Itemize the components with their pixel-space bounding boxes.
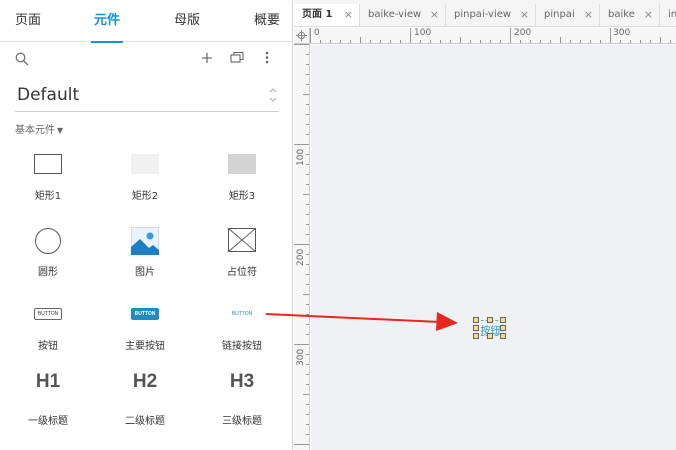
widget-label: 一级标题 (28, 416, 68, 427)
ruler-label: 300 (613, 28, 631, 38)
widget-heading-3[interactable]: H3 三级标题 (194, 367, 290, 441)
widget-placeholder[interactable]: 占位符 (194, 218, 290, 292)
resize-handle[interactable] (500, 317, 506, 323)
chevron-updown-icon (269, 85, 277, 105)
tab-masters[interactable]: 母版 (158, 0, 216, 42)
rectangle-light-icon (131, 154, 159, 174)
category-label: 基本元件 (15, 125, 55, 136)
widget-primary-button[interactable]: BUTTON 主要按钮 (97, 292, 193, 366)
tab-pages-label: 页面 (14, 13, 41, 28)
doc-tab-overflow[interactable]: in (660, 4, 676, 26)
design-canvas[interactable] (311, 45, 676, 450)
widget-label: 占位符 (227, 267, 257, 278)
widget-label: 矩形2 (131, 191, 159, 202)
doc-tab-label: 页面 1 (302, 9, 333, 20)
widget-label: 主要按钮 (125, 341, 165, 352)
ruler-label: 300 (296, 348, 306, 366)
resize-handle[interactable] (473, 317, 479, 323)
widget-label: 链接按钮 (222, 341, 262, 352)
library-select-value: Default (17, 85, 80, 105)
vertical-ruler-ticks (294, 44, 309, 445)
circle-icon (35, 228, 61, 254)
tab-outline[interactable]: 概要 (238, 0, 296, 42)
library-select[interactable]: Default (15, 82, 279, 112)
widget-label: 矩形3 (228, 191, 256, 202)
panel-tabs: 页面 元件 母版 概要 (0, 0, 292, 43)
widget-heading-2[interactable]: H2 二级标题 (97, 367, 193, 441)
ruler-label: 200 (514, 28, 532, 38)
widget-rectangle-2[interactable]: 矩形2 (97, 142, 193, 216)
heading-3-preview: H3 (229, 371, 255, 392)
resize-handle[interactable] (473, 325, 479, 331)
widget-label: 二级标题 (125, 416, 165, 427)
ruler-label: 200 (296, 248, 306, 266)
plus-icon[interactable] (201, 51, 213, 67)
widget-rectangle-1[interactable]: 矩形1 (0, 142, 96, 216)
doc-tab-baike-view[interactable]: baike-view × (360, 4, 446, 26)
doc-tab-label: baike-view (368, 9, 422, 20)
tab-widgets-label: 元件 (93, 13, 120, 28)
tab-masters-label: 母版 (173, 13, 200, 28)
widget-button[interactable]: BUTTON 按钮 (0, 292, 96, 366)
left-panel: 页面 元件 母版 概要 Default 基本元件 ▼ 矩形1 矩形2 矩形3 圆… (0, 0, 293, 450)
link-button-preview: BUTTON (231, 311, 253, 317)
rectangle-icon (34, 154, 62, 174)
doc-tab-label: pinpai-view (454, 9, 512, 20)
widget-label: 按钮 (38, 341, 58, 352)
widget-label: 圆形 (38, 267, 58, 278)
resize-handle[interactable] (500, 333, 506, 339)
doc-tab-pinpai-view[interactable]: pinpai-view × (446, 4, 536, 26)
placeholder-icon (228, 228, 256, 252)
doc-tab-label: baike (608, 9, 635, 20)
vertical-ruler[interactable]: 100 200 300 (294, 44, 310, 450)
ruler-label: 100 (414, 28, 432, 38)
crosshair-icon[interactable] (294, 28, 310, 44)
widget-rectangle-3[interactable]: 矩形3 (194, 142, 290, 216)
category-header[interactable]: 基本元件 ▼ (15, 121, 63, 136)
resize-handle[interactable] (487, 317, 493, 323)
resize-handle[interactable] (473, 333, 479, 339)
widget-circle[interactable]: 圆形 (0, 218, 96, 292)
button-preview: BUTTON (34, 308, 62, 320)
resize-handle[interactable] (487, 333, 493, 339)
tab-widgets[interactable]: 元件 (78, 0, 136, 43)
text-widget-icon (121, 441, 161, 450)
close-icon[interactable]: × (644, 4, 653, 26)
heading-1-preview: H1 (35, 371, 61, 392)
search-icon[interactable] (15, 52, 29, 69)
close-icon[interactable]: × (584, 4, 593, 26)
widget-image[interactable]: 图片 (97, 218, 193, 292)
search-toolbar (0, 43, 292, 75)
widget-link-button[interactable]: BUTTON 链接按钮 (194, 292, 290, 366)
copy-icon[interactable] (230, 51, 244, 67)
document-tab-bar: 页面 1 × baike-view × pinpai-view × pinpai × b… (294, 0, 676, 27)
widget-label: 图片 (135, 267, 155, 278)
doc-tab-baike[interactable]: baike × (600, 4, 660, 26)
doc-tab-page-1[interactable]: 页面 1 × (294, 4, 360, 26)
ruler-label: 0 (314, 28, 320, 38)
image-icon (130, 226, 160, 256)
more-vertical-icon[interactable] (265, 51, 269, 67)
primary-button-preview: BUTTON (131, 308, 159, 320)
rectangle-gray-icon (228, 154, 256, 174)
doc-tab-label: in (668, 9, 676, 20)
doc-tab-pinpai[interactable]: pinpai × (536, 4, 600, 26)
ruler-label: 100 (296, 148, 306, 166)
heading-2-preview: H2 (132, 371, 158, 392)
widget-heading-1[interactable]: H1 一级标题 (0, 367, 96, 441)
widget-label: 三级标题 (222, 416, 262, 427)
widget-label: 矩形1 (34, 191, 62, 202)
canvas-button-widget[interactable]: 按钮 (473, 317, 506, 339)
tab-outline-label: 概要 (253, 13, 280, 28)
close-icon[interactable]: × (430, 4, 439, 26)
close-icon[interactable]: × (520, 4, 529, 26)
resize-handle[interactable] (500, 325, 506, 331)
caret-down-icon: ▼ (57, 126, 64, 135)
doc-tab-label: pinpai (544, 9, 575, 20)
tab-pages[interactable]: 页面 (0, 0, 56, 42)
horizontal-ruler[interactable]: 0 100 200 300 (310, 28, 676, 44)
close-icon[interactable]: × (344, 4, 353, 26)
